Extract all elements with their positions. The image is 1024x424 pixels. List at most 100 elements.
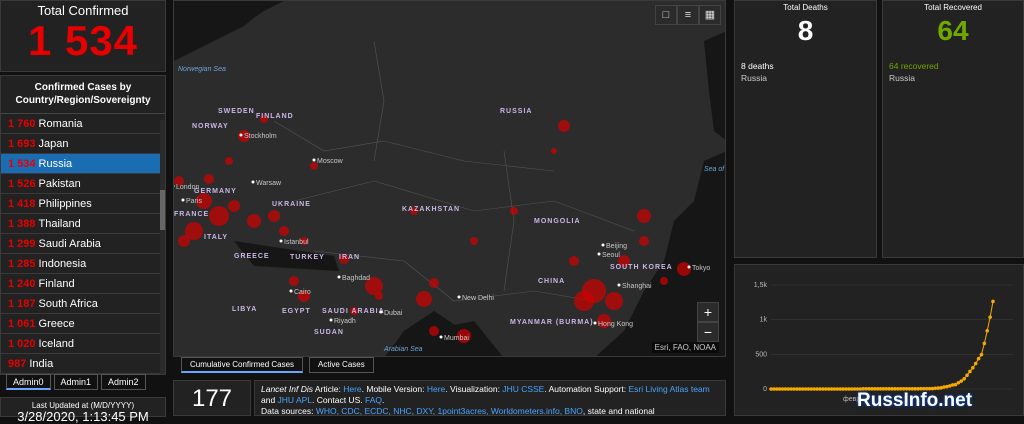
case-bubble[interactable] [289, 276, 299, 286]
link-esri[interactable]: Esri Living Atlas team [628, 384, 709, 394]
city-label: Tokyo [692, 265, 710, 272]
case-bubble[interactable] [639, 236, 649, 246]
link-article[interactable]: Here [343, 384, 361, 394]
list-item[interactable]: 1 020 Iceland [1, 334, 165, 354]
country-label: SUDAN [314, 329, 344, 336]
country-label: SWEDEN [218, 108, 255, 115]
case-bubble[interactable] [247, 214, 261, 228]
case-bubble[interactable] [204, 174, 214, 184]
city-dot [181, 198, 185, 202]
case-bubble[interactable] [558, 120, 570, 132]
tab-admin2[interactable]: Admin2 [101, 374, 146, 390]
map-view[interactable]: Norwegian Sea Sea of Okhotsk Arabian Sea SW… [173, 0, 726, 357]
city-label: Dubai [384, 310, 403, 317]
data-point[interactable] [988, 315, 992, 319]
list-item-count: 1 418 [8, 198, 36, 210]
tab-active-cases[interactable]: Active Cases [309, 357, 374, 373]
case-bubble[interactable] [551, 148, 557, 154]
data-point[interactable] [968, 369, 972, 374]
tab-admin0[interactable]: Admin0 [6, 374, 51, 390]
list-item-count: 1 760 [8, 118, 36, 130]
list-item[interactable]: 1 299 Saudi Arabia [1, 234, 165, 254]
link-jhu-apl[interactable]: JHU APL [278, 395, 313, 405]
country-label: SAUDI ARABIA [322, 308, 385, 315]
data-point[interactable] [962, 377, 966, 381]
country-label: GERMANY [194, 188, 237, 195]
list-scrollbar-thumb[interactable] [160, 190, 165, 230]
tab-admin1[interactable]: Admin1 [53, 374, 99, 390]
zoom-out-button[interactable]: − [697, 322, 719, 342]
case-bubble[interactable] [416, 291, 432, 307]
admin-tabs: Admin0 Admin1 Admin2 [0, 374, 166, 394]
list-item[interactable]: 1 526 Pakistan [1, 174, 165, 194]
list-item[interactable]: 1 061 Greece [1, 314, 165, 334]
link-jhu-csse[interactable]: JHU CSSE [502, 384, 544, 394]
bookmark-icon[interactable]: □ [655, 5, 677, 25]
case-bubble[interactable] [510, 207, 518, 215]
list-item[interactable]: 1 418 Philippines [1, 194, 165, 214]
list-item-count: 987 [8, 358, 27, 370]
case-bubble[interactable] [268, 210, 280, 222]
city-label: Beijing [606, 243, 627, 250]
data-point[interactable] [959, 379, 964, 383]
case-bubble[interactable] [605, 292, 623, 310]
case-bubble[interactable] [178, 235, 190, 247]
qr-icon[interactable]: ▦ [699, 5, 721, 25]
case-bubble[interactable] [574, 291, 594, 311]
list-item[interactable]: 1 534 Russia [1, 154, 165, 174]
case-bubble[interactable] [228, 200, 240, 212]
list-item[interactable]: 1 388 Thailand [1, 214, 165, 234]
link-faq[interactable]: FAQ [365, 395, 382, 405]
list-item[interactable]: 1 187 South Africa [1, 294, 165, 314]
city-dot [239, 133, 243, 137]
list-item[interactable]: 1 760 Romania [1, 114, 165, 134]
info-text: . Visualization: [445, 384, 503, 394]
map-canvas[interactable]: Norwegian Sea Sea of Okhotsk Arabian Sea SW… [174, 1, 726, 357]
case-bubble[interactable] [375, 292, 383, 300]
data-point[interactable] [991, 299, 995, 304]
case-bubble[interactable] [470, 237, 478, 245]
case-bubble[interactable] [225, 157, 233, 165]
total-recovered-panel: Total Recovered 64 64 recovered Russia [882, 0, 1024, 258]
data-point[interactable] [971, 365, 975, 370]
data-point[interactable] [985, 328, 990, 333]
map-tabs: Cumulative Confirmed Cases Active Cases [181, 357, 374, 373]
data-point[interactable] [973, 361, 978, 366]
data-point[interactable] [979, 352, 984, 357]
city-label: Istanbul [284, 239, 309, 246]
list-item[interactable]: 987 India [1, 354, 165, 374]
info-text: Data sources: [261, 406, 316, 416]
link-mobile[interactable]: Here [427, 384, 445, 394]
city-label: London [176, 184, 199, 191]
case-bubble[interactable] [569, 256, 579, 266]
info-text: Article: [312, 384, 344, 394]
deaths-title: Total Deaths [783, 3, 828, 12]
case-bubble[interactable] [429, 278, 439, 288]
list-item-count: 1 061 [8, 318, 36, 330]
country-label: MYANMAR (BURMA) [510, 319, 594, 326]
city-dot [687, 265, 691, 269]
case-bubble[interactable] [677, 262, 691, 276]
city-dot [251, 180, 255, 184]
list-item[interactable]: 1 285 Indonesia [1, 254, 165, 274]
recovered-country: Russia [889, 73, 915, 83]
case-bubble[interactable] [637, 209, 651, 223]
data-point[interactable] [965, 373, 969, 378]
list-item-name: South Africa [38, 298, 98, 310]
tab-cumulative-confirmed[interactable]: Cumulative Confirmed Cases [181, 357, 304, 373]
data-point[interactable] [976, 356, 981, 361]
case-bubble[interactable] [279, 226, 289, 236]
list-scrollbar[interactable] [160, 120, 165, 374]
country-list-header: Confirmed Cases by Country/Region/Sovere… [1, 76, 165, 114]
link-data-sources[interactable]: WHO, CDC, ECDC, NHC, DXY, 1point3acres, … [316, 406, 583, 415]
zoom-in-button[interactable]: + [697, 302, 719, 322]
case-bubble[interactable] [429, 326, 439, 336]
list-item[interactable]: 1 240 Finland [1, 274, 165, 294]
data-point[interactable] [982, 341, 987, 346]
list-icon[interactable]: ≡ [677, 5, 699, 25]
case-bubble[interactable] [660, 277, 668, 285]
city-label: Cairo [294, 289, 311, 296]
city-dot [601, 243, 605, 247]
case-bubble[interactable] [209, 206, 229, 226]
list-item[interactable]: 1 693 Japan [1, 134, 165, 154]
